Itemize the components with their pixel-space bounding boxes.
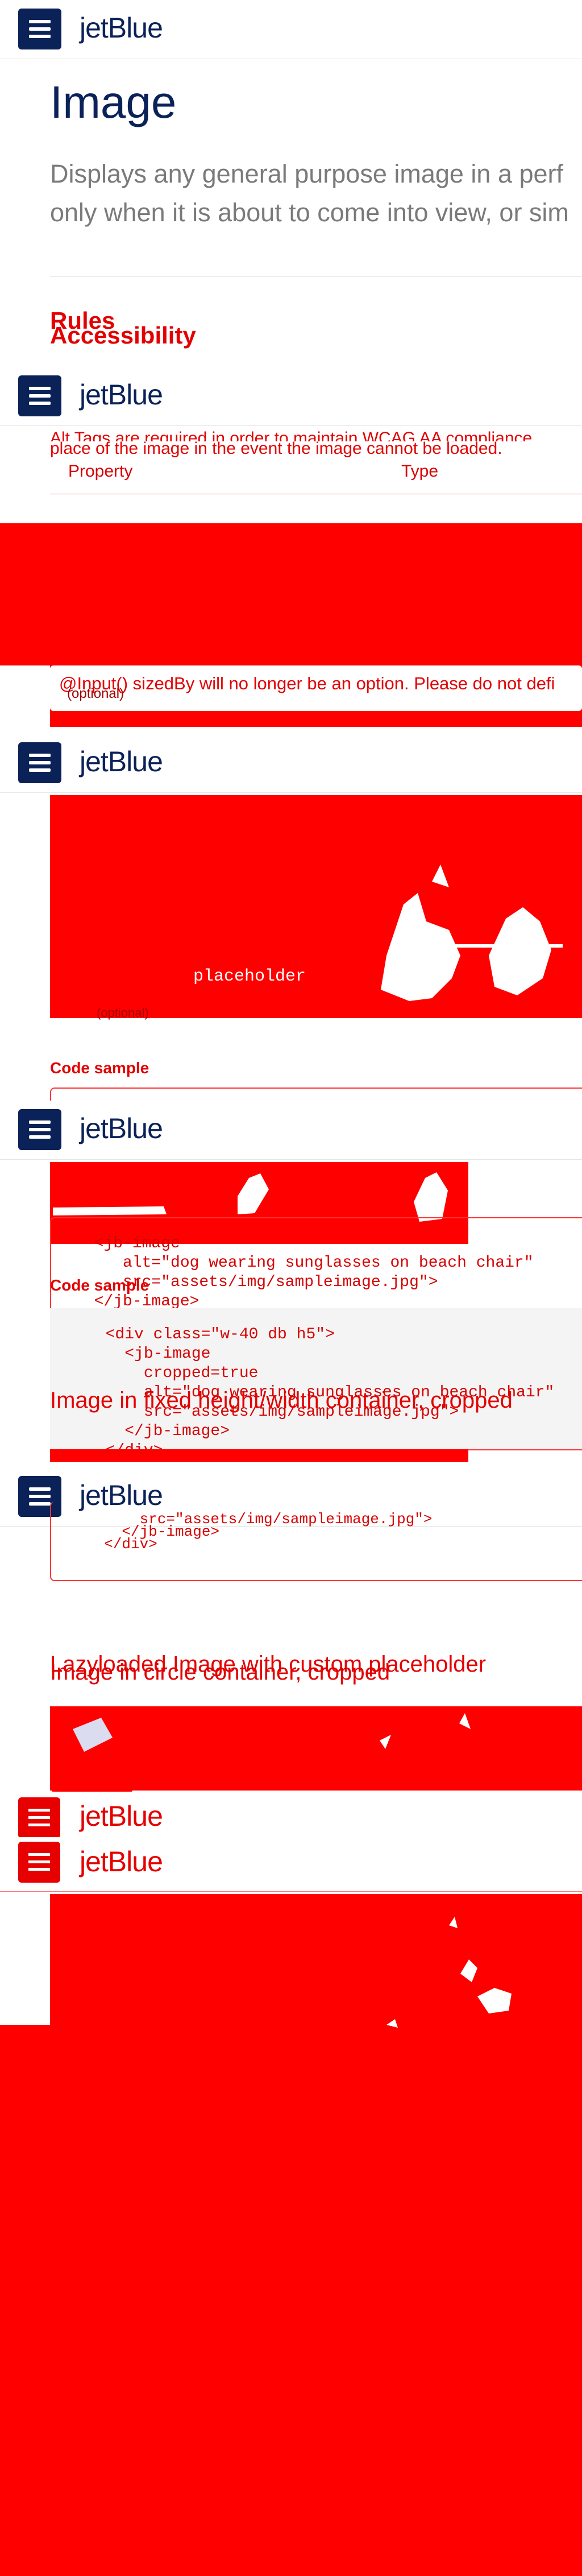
hamburger-menu-icon[interactable]: [18, 1797, 60, 1838]
brand-logo[interactable]: jetBlue: [80, 1800, 163, 1833]
page-description-line-2: only when it is about to come into view,…: [50, 198, 569, 227]
placeholder-label: placeholder: [193, 967, 306, 986]
code-basic-sample: <jb-image alt="dog wearing sunglasses on…: [94, 1235, 534, 1310]
table-header-type: Type: [401, 462, 439, 481]
hamburger-menu-icon[interactable]: [18, 742, 61, 783]
hamburger-menu-icon[interactable]: [18, 1109, 61, 1150]
brand-logo[interactable]: jetBlue: [80, 745, 163, 778]
code-tail-sample: src="assets/img/sampleimage.jpg"> </jb-i…: [104, 1511, 433, 1553]
brand-logo[interactable]: jetBlue: [80, 378, 163, 411]
overlay-block: [0, 523, 582, 665]
app-header: jetBlue: [0, 367, 582, 426]
table-header-property: Property: [68, 462, 133, 481]
overlay-block: [50, 711, 582, 727]
overlay-block: [0, 2025, 582, 2576]
divider: [50, 276, 582, 277]
app-header: jetBlue: [0, 1837, 582, 1896]
circle-container-heading: Image in circle container, cropped: [50, 1660, 390, 1685]
app-header: jetBlue: [0, 0, 582, 59]
app-header: jetBlue: [0, 734, 582, 793]
accessibility-text-line-2: place of the image in the event the imag…: [50, 439, 502, 458]
page-description-line-1: Displays any general purpose image in a …: [50, 159, 564, 188]
divider: [0, 1891, 582, 1892]
page-title: Image: [50, 77, 177, 127]
brand-logo[interactable]: jetBlue: [80, 1845, 163, 1878]
optional-label: (optional): [67, 686, 124, 701]
code-sample-heading: Code sample: [50, 1059, 149, 1077]
code-sample-heading: Code sample: [50, 1276, 149, 1294]
brand-logo[interactable]: jetBlue: [80, 11, 163, 44]
hamburger-menu-icon[interactable]: [18, 375, 61, 416]
hamburger-menu-icon[interactable]: [18, 1842, 60, 1883]
dog-silhouette-icon: [386, 1917, 512, 2028]
optional-label: (optional): [97, 1006, 149, 1020]
hamburger-menu-icon[interactable]: [18, 9, 61, 49]
notice-text: @Input() sizedBy will no longer be an op…: [59, 673, 555, 693]
dog-silhouette-icon: [381, 865, 563, 1001]
overlay-block: [50, 1449, 468, 1462]
brand-logo[interactable]: jetBlue: [80, 1112, 163, 1145]
app-header: jetBlue: [0, 1101, 582, 1160]
fixed-container-heading: Image in fixed height/width container, c…: [50, 1388, 513, 1413]
accessibility-heading: Accessibility: [50, 322, 196, 349]
